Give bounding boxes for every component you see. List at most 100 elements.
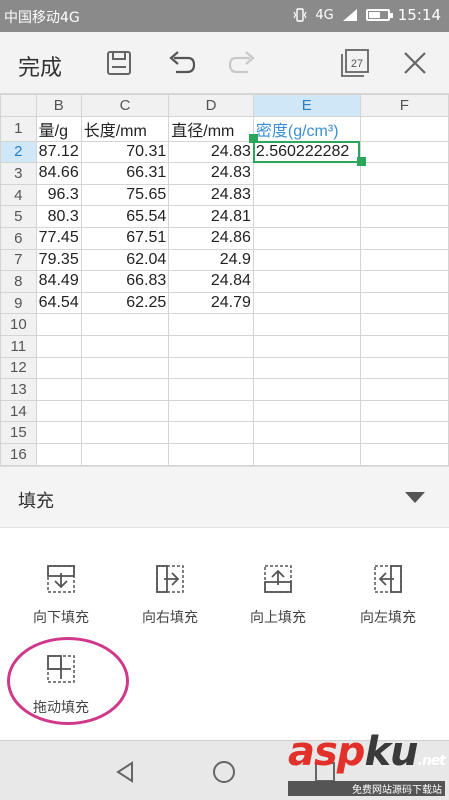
column-header[interactable]: F: [359, 94, 449, 117]
row-header[interactable]: 2: [0, 140, 37, 164]
sheet-cell[interactable]: [359, 399, 449, 423]
sheet-cell[interactable]: [80, 356, 170, 380]
sheet-cell[interactable]: [252, 313, 361, 336]
selected-cell[interactable]: 2.560222282: [252, 140, 361, 164]
sheet-cell[interactable]: 62.04: [80, 248, 170, 272]
sheet-cell[interactable]: [35, 442, 82, 466]
sheet-cell[interactable]: [359, 270, 449, 293]
sheet-cell[interactable]: [35, 378, 82, 401]
sheet-cell[interactable]: [168, 356, 254, 380]
sheet-cell[interactable]: [252, 421, 361, 444]
sheet-cell[interactable]: [35, 334, 82, 358]
sheet-cell[interactable]: [359, 115, 449, 142]
sheet-cell[interactable]: [359, 313, 449, 336]
row-header[interactable]: 10: [0, 313, 37, 336]
sheet-cell[interactable]: 量/g: [35, 115, 82, 142]
sheet-cell[interactable]: [359, 205, 449, 228]
row-header[interactable]: 7: [0, 248, 37, 272]
sheet-cell[interactable]: 62.25: [80, 291, 170, 315]
sheet-cell[interactable]: 77.45: [35, 226, 82, 250]
sheet-cell[interactable]: [168, 334, 254, 358]
sheet-cell[interactable]: 64.54: [35, 291, 82, 315]
fill-up-button[interactable]: 向上填充: [228, 563, 328, 627]
sheet-cell[interactable]: 24.79: [168, 291, 254, 315]
sheet-cell[interactable]: [359, 378, 449, 401]
sheet-cell[interactable]: [359, 421, 449, 444]
spreadsheet[interactable]: B C D E F 1 量/g 长度/mm 直径/mm 密度(g/cm³) 2 87.12 7…: [0, 94, 449, 466]
sheet-cell[interactable]: [35, 399, 82, 423]
sheet-cell[interactable]: [252, 291, 361, 315]
sheet-cell[interactable]: 密度(g/cm³): [252, 115, 361, 142]
sheet-cell[interactable]: [80, 378, 170, 401]
selection-handle-top[interactable]: [249, 134, 258, 143]
sheet-cell[interactable]: 87.12: [35, 140, 82, 164]
sheet-cell[interactable]: 24.86: [168, 226, 254, 250]
sheet-cell[interactable]: [80, 442, 170, 466]
row-header[interactable]: 16: [0, 442, 37, 466]
column-header[interactable]: C: [80, 94, 170, 117]
sheet-cell[interactable]: 66.83: [80, 270, 170, 293]
sheet-cell[interactable]: [35, 421, 82, 444]
save-icon[interactable]: [102, 46, 136, 80]
sheet-cell[interactable]: [359, 226, 449, 250]
sheet-cell[interactable]: [35, 356, 82, 380]
home-icon[interactable]: [209, 757, 239, 787]
column-header[interactable]: D: [168, 94, 254, 117]
sheet-cell[interactable]: [35, 313, 82, 336]
selection-handle-bottom[interactable]: [357, 157, 366, 166]
row-header[interactable]: 15: [0, 421, 37, 444]
fill-right-button[interactable]: 向右填充: [120, 563, 220, 627]
sheet-cell[interactable]: [168, 378, 254, 401]
sheet-cell[interactable]: 24.83: [168, 183, 254, 207]
row-header[interactable]: 9: [0, 291, 37, 315]
sheet-cell[interactable]: [252, 162, 361, 185]
sheet-cell[interactable]: 79.35: [35, 248, 82, 272]
sheet-cell[interactable]: [168, 399, 254, 423]
sheet-cell[interactable]: [359, 140, 449, 164]
collapse-icon[interactable]: [405, 492, 425, 503]
fill-down-button[interactable]: 向下填充: [11, 563, 111, 627]
sheet-cell[interactable]: [252, 378, 361, 401]
sheet-cell[interactable]: [168, 421, 254, 444]
row-header[interactable]: 14: [0, 399, 37, 423]
sheet-cell[interactable]: [252, 356, 361, 380]
row-header[interactable]: 8: [0, 270, 37, 293]
back-icon[interactable]: [110, 757, 140, 787]
sheet-cell[interactable]: [80, 399, 170, 423]
row-header[interactable]: 13: [0, 378, 37, 401]
sheet-cell[interactable]: 84.49: [35, 270, 82, 293]
row-header[interactable]: 11: [0, 334, 37, 358]
sheet-cell[interactable]: [168, 313, 254, 336]
sheet-cell[interactable]: 66.31: [80, 162, 170, 185]
sheet-cell[interactable]: [80, 421, 170, 444]
done-button[interactable]: 完成: [18, 50, 62, 82]
sheet-cell[interactable]: [252, 226, 361, 250]
sheet-cell[interactable]: 80.3: [35, 205, 82, 228]
sheet-grid[interactable]: B C D E F 1 量/g 长度/mm 直径/mm 密度(g/cm³) 2 87.12 7…: [0, 94, 449, 466]
column-header-active[interactable]: E: [252, 94, 361, 117]
sheet-cell[interactable]: 24.83: [168, 162, 254, 185]
sheet-cell[interactable]: 24.81: [168, 205, 254, 228]
sheet-cell[interactable]: 直径/mm: [168, 115, 254, 142]
sheet-cell[interactable]: 84.66: [35, 162, 82, 185]
sheet-cell[interactable]: [80, 313, 170, 336]
sheet-cell[interactable]: [359, 356, 449, 380]
sheet-cell[interactable]: 65.54: [80, 205, 170, 228]
sheet-cell[interactable]: 长度/mm: [80, 115, 170, 142]
redo-icon[interactable]: [225, 46, 259, 80]
sheet-cell[interactable]: 75.65: [80, 183, 170, 207]
sheet-cell[interactable]: [168, 442, 254, 466]
sheet-cell[interactable]: [359, 183, 449, 207]
sheet-cell[interactable]: [80, 334, 170, 358]
sheet-cell[interactable]: [359, 291, 449, 315]
undo-icon[interactable]: [165, 46, 199, 80]
column-header[interactable]: B: [35, 94, 82, 117]
sheet-cell[interactable]: [359, 334, 449, 358]
row-header[interactable]: 12: [0, 356, 37, 380]
row-header[interactable]: 5: [0, 205, 37, 228]
sheet-cell[interactable]: [252, 399, 361, 423]
sheet-cell[interactable]: [359, 162, 449, 185]
row-header[interactable]: 6: [0, 226, 37, 250]
sheet-cell[interactable]: [252, 442, 361, 466]
sheet-cell[interactable]: 24.84: [168, 270, 254, 293]
